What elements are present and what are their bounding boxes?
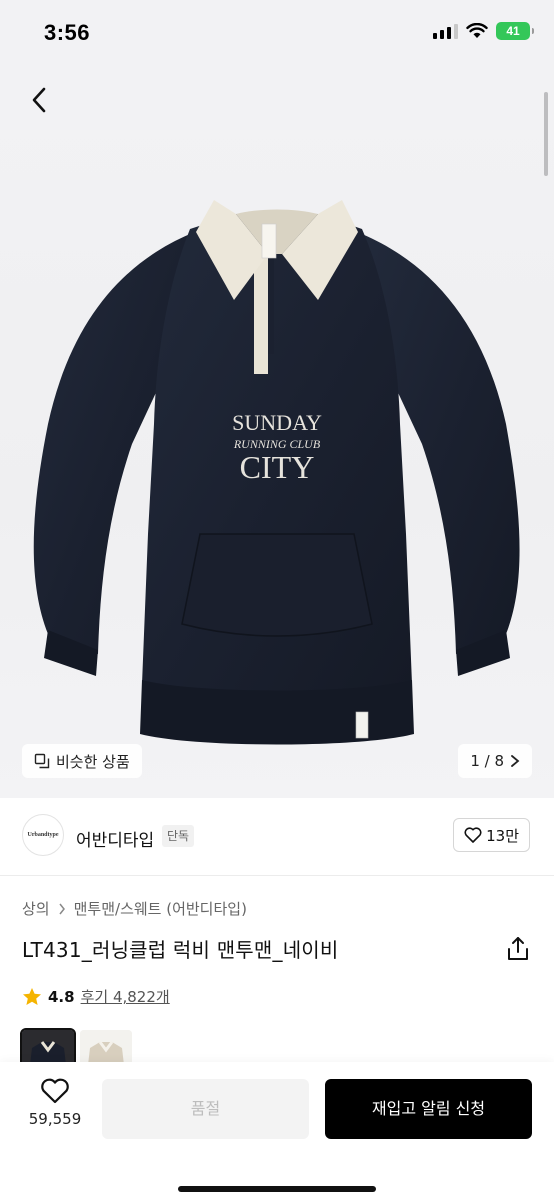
rating-row: 4.8 후기 4,822개 xyxy=(22,986,170,1007)
bottom-action-bar: 59,559 품절 재입고 알림 신청 xyxy=(0,1062,554,1200)
home-indicator xyxy=(178,1186,376,1192)
chevron-right-icon xyxy=(511,755,520,767)
brand-row: Urbandtype 어반디타입 단독 13만 xyxy=(0,798,554,876)
heart-outline-icon xyxy=(464,827,482,843)
wifi-icon xyxy=(466,23,488,38)
status-bar: 3:56 41 xyxy=(0,0,554,64)
signal-icon xyxy=(433,23,458,39)
wishlist-button[interactable]: 59,559 xyxy=(22,1078,88,1144)
product-image: SUNDAY RUNNING CLUB CITY xyxy=(33,200,520,745)
heart-outline-icon xyxy=(41,1078,69,1104)
share-icon[interactable] xyxy=(506,936,530,962)
restock-alert-button[interactable]: 재입고 알림 신청 xyxy=(325,1079,532,1139)
breadcrumb-category[interactable]: 상의 xyxy=(22,898,50,919)
brand-like-button[interactable]: 13만 xyxy=(453,818,530,852)
brand-name[interactable]: 어반디타입 xyxy=(76,826,154,851)
similar-icon xyxy=(34,753,50,769)
wishlist-count: 59,559 xyxy=(28,1110,82,1128)
gallery-page-indicator[interactable]: 1 / 8 xyxy=(458,744,532,778)
brand-like-count: 13만 xyxy=(486,826,519,845)
rating-value: 4.8 xyxy=(48,987,75,1006)
soldout-button[interactable]: 품절 xyxy=(102,1079,309,1139)
battery-icon: 41 xyxy=(496,22,534,40)
product-gallery[interactable]: SUNDAY RUNNING CLUB CITY 비슷한 상품 1 / 8 xyxy=(0,64,554,798)
breadcrumb: 상의 맨투맨/스웨트 (어반디타입) xyxy=(22,898,247,919)
star-icon xyxy=(23,988,41,1005)
brand-logo-text: Urbandtype xyxy=(27,832,59,838)
chest-graphic-line-3: CITY xyxy=(240,449,315,485)
page-indicator-text: 1 / 8 xyxy=(470,752,504,770)
brand-logo[interactable]: Urbandtype xyxy=(22,814,64,856)
similar-products-label: 비슷한 상품 xyxy=(56,752,130,771)
review-count-link[interactable]: 후기 4,822개 xyxy=(81,986,170,1007)
similar-products-button[interactable]: 비슷한 상품 xyxy=(22,744,142,778)
exclusive-badge: 단독 xyxy=(162,825,195,847)
status-icons: 41 xyxy=(433,22,534,40)
chevron-right-icon xyxy=(59,903,65,914)
product-title: LT431_러닝클럽 럭비 맨투맨_네이비 xyxy=(22,938,339,962)
chest-graphic-line-1: SUNDAY xyxy=(232,410,322,435)
status-time: 3:56 xyxy=(44,20,91,45)
breadcrumb-subcategory[interactable]: 맨투맨/스웨트 (어반디타입) xyxy=(74,898,247,919)
